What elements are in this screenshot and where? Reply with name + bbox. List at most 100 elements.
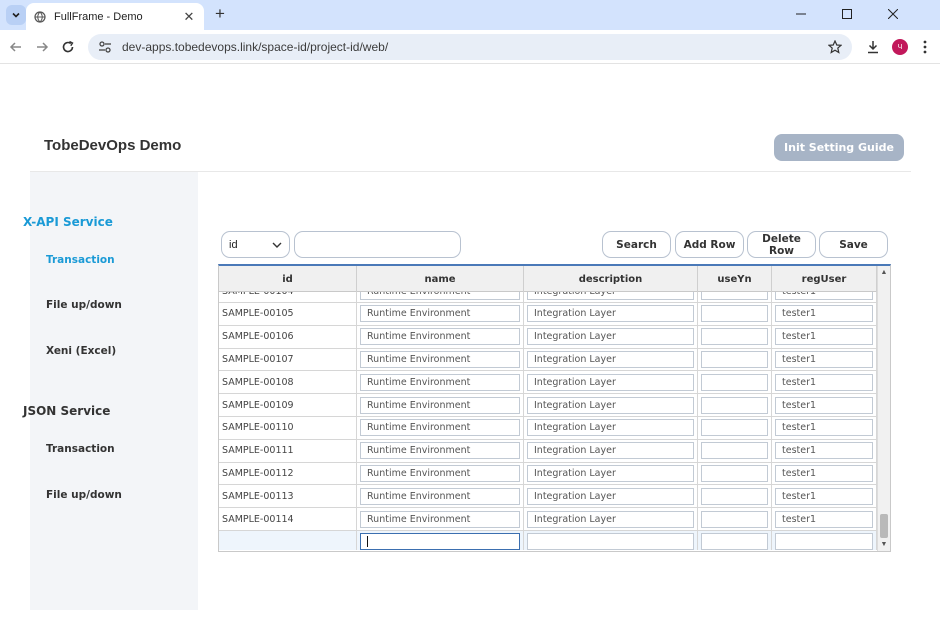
scroll-up-icon[interactable]: ▲ — [878, 267, 890, 279]
cell-input-reguser[interactable]: tester1 — [775, 419, 873, 437]
cell-input-name[interactable]: Runtime Environment — [360, 292, 520, 300]
cell-input-description[interactable]: Integration Layer — [527, 396, 694, 414]
cell-input-name[interactable]: Runtime Environment — [360, 305, 520, 323]
cell-input-description[interactable]: Integration Layer — [527, 442, 694, 460]
new-row-input-name[interactable] — [360, 533, 520, 550]
cell-input-name[interactable]: Runtime Environment — [360, 350, 520, 368]
table-cell-name: Runtime Environment — [357, 371, 524, 394]
sidebar-group-x-api-service[interactable]: X-API Service — [23, 215, 113, 229]
cell-input-useyn[interactable] — [701, 510, 768, 528]
column-header-description[interactable]: description — [524, 266, 698, 292]
column-header-name[interactable]: name — [357, 266, 524, 292]
cell-input-reguser[interactable]: tester1 — [775, 464, 873, 482]
scrollbar-thumb[interactable] — [880, 514, 888, 538]
close-window-button[interactable] — [870, 4, 916, 24]
cell-input-name[interactable]: Runtime Environment — [360, 419, 520, 437]
cell-input-useyn[interactable] — [701, 350, 768, 368]
column-header-useyn[interactable]: useYn — [698, 266, 772, 292]
sidebar-group-json-service[interactable]: JSON Service — [23, 404, 110, 418]
browser-tab[interactable]: FullFrame - Demo ✕ — [26, 3, 204, 30]
cell-input-reguser[interactable]: tester1 — [775, 305, 873, 323]
sidebar-item-xeni-excel[interactable]: Xeni (Excel) — [46, 345, 116, 357]
cell-input-reguser[interactable]: tester1 — [775, 396, 873, 414]
downloads-button[interactable] — [862, 36, 884, 58]
cell-input-useyn[interactable] — [701, 487, 768, 505]
browser-menu-button[interactable] — [914, 36, 936, 58]
search-input[interactable] — [294, 231, 461, 258]
site-settings-icon[interactable] — [98, 40, 112, 54]
scroll-down-icon[interactable]: ▼ — [878, 539, 890, 551]
grid-vertical-scrollbar[interactable]: ▲ ▼ — [877, 266, 890, 551]
cell-input-useyn[interactable] — [701, 396, 768, 414]
table-row[interactable]: SAMPLE-00108 Runtime Environment Integrati… — [219, 371, 877, 395]
save-button[interactable]: Save — [819, 231, 888, 258]
cell-input-name[interactable]: Runtime Environment — [360, 510, 520, 528]
cell-input-description[interactable]: Integration Layer — [527, 510, 694, 528]
minimize-button[interactable] — [778, 4, 824, 24]
table-row[interactable]: SAMPLE-00109 Runtime Environment Integrati… — [219, 394, 877, 417]
cell-input-description[interactable]: Integration Layer — [527, 419, 694, 437]
cell-input-description[interactable]: Integration Layer — [527, 373, 694, 391]
table-row[interactable]: SAMPLE-00107 Runtime Environment Integrati… — [219, 348, 877, 372]
cell-input-reguser[interactable]: tester1 — [775, 487, 873, 505]
cell-input-name[interactable]: Runtime Environment — [360, 373, 520, 391]
cell-input-reguser[interactable]: tester1 — [775, 510, 873, 528]
cell-input-useyn[interactable] — [701, 305, 768, 323]
table-row[interactable]: SAMPLE-00114 Runtime Environment Integrati… — [219, 508, 877, 531]
cell-input-name[interactable]: Runtime Environment — [360, 442, 520, 460]
delete-row-button[interactable]: Delete Row — [747, 231, 816, 258]
cell-input-useyn[interactable] — [701, 464, 768, 482]
cell-input-useyn[interactable] — [701, 419, 768, 437]
maximize-button[interactable] — [824, 4, 870, 24]
cell-input-reguser[interactable]: tester1 — [775, 350, 873, 368]
search-field-select[interactable]: id — [221, 231, 290, 258]
column-header-id[interactable]: id — [219, 266, 357, 292]
sidebar-item-x-api-file-up-down[interactable]: File up/down — [46, 299, 122, 311]
forward-button[interactable] — [30, 35, 54, 59]
new-row-input-reguser[interactable] — [775, 533, 873, 550]
new-tab-button[interactable]: + — [210, 4, 230, 24]
cell-input-reguser[interactable]: tester1 — [775, 292, 873, 300]
cell-input-name[interactable]: Runtime Environment — [360, 328, 520, 346]
cell-input-reguser[interactable]: tester1 — [775, 328, 873, 346]
search-button[interactable]: Search — [602, 231, 671, 258]
table-row[interactable]: SAMPLE-00110 Runtime Environment Integrati… — [219, 416, 877, 440]
cell-input-reguser[interactable]: tester1 — [775, 442, 873, 460]
cell-input-useyn[interactable] — [701, 373, 768, 391]
cell-input-description[interactable]: Integration Layer — [527, 464, 694, 482]
column-header-reguser[interactable]: regUser — [772, 266, 877, 292]
back-button[interactable] — [4, 35, 28, 59]
cell-input-description[interactable]: Integration Layer — [527, 350, 694, 368]
table-row[interactable]: SAMPLE-00105 Runtime Environment Integrati… — [219, 302, 877, 326]
cell-input-name[interactable]: Runtime Environment — [360, 464, 520, 482]
new-row-input-useyn[interactable] — [701, 533, 768, 550]
sidebar-item-x-api-transaction[interactable]: Transaction — [46, 254, 115, 266]
table-row[interactable]: SAMPLE-00113 Runtime Environment Integrati… — [219, 485, 877, 509]
reload-button[interactable] — [56, 35, 80, 59]
star-icon[interactable] — [828, 40, 842, 54]
cell-input-description[interactable]: Integration Layer — [527, 292, 694, 300]
table-row[interactable]: SAMPLE-00104 Runtime Environment Integrati… — [219, 292, 877, 303]
address-bar[interactable]: dev-apps.tobedevops.link/space-id/projec… — [88, 34, 852, 60]
table-row[interactable]: SAMPLE-00106 Runtime Environment Integrati… — [219, 325, 877, 349]
new-row-input-description[interactable] — [527, 533, 694, 550]
sidebar-item-json-file-up-down[interactable]: File up/down — [46, 489, 122, 501]
cell-input-name[interactable]: Runtime Environment — [360, 396, 520, 414]
cell-input-name[interactable]: Runtime Environment — [360, 487, 520, 505]
table-row[interactable]: SAMPLE-00111 Runtime Environment Integrati… — [219, 439, 877, 463]
cell-input-useyn[interactable] — [701, 328, 768, 346]
tab-search-button[interactable] — [6, 5, 26, 25]
sidebar-item-json-transaction[interactable]: Transaction — [46, 443, 115, 455]
cell-input-reguser[interactable]: tester1 — [775, 373, 873, 391]
cell-input-description[interactable]: Integration Layer — [527, 487, 694, 505]
cell-input-description[interactable]: Integration Layer — [527, 328, 694, 346]
cell-input-useyn[interactable] — [701, 442, 768, 460]
add-row-button[interactable]: Add Row — [675, 231, 744, 258]
cell-input-description[interactable]: Integration Layer — [527, 305, 694, 323]
new-table-row[interactable] — [219, 530, 877, 550]
init-setting-guide-button[interactable]: Init Setting Guide — [774, 134, 904, 161]
profile-button[interactable]: Ч — [889, 36, 911, 58]
close-tab-icon[interactable]: ✕ — [182, 9, 196, 25]
table-row[interactable]: SAMPLE-00112 Runtime Environment Integrati… — [219, 462, 877, 486]
cell-input-useyn[interactable] — [701, 292, 768, 300]
